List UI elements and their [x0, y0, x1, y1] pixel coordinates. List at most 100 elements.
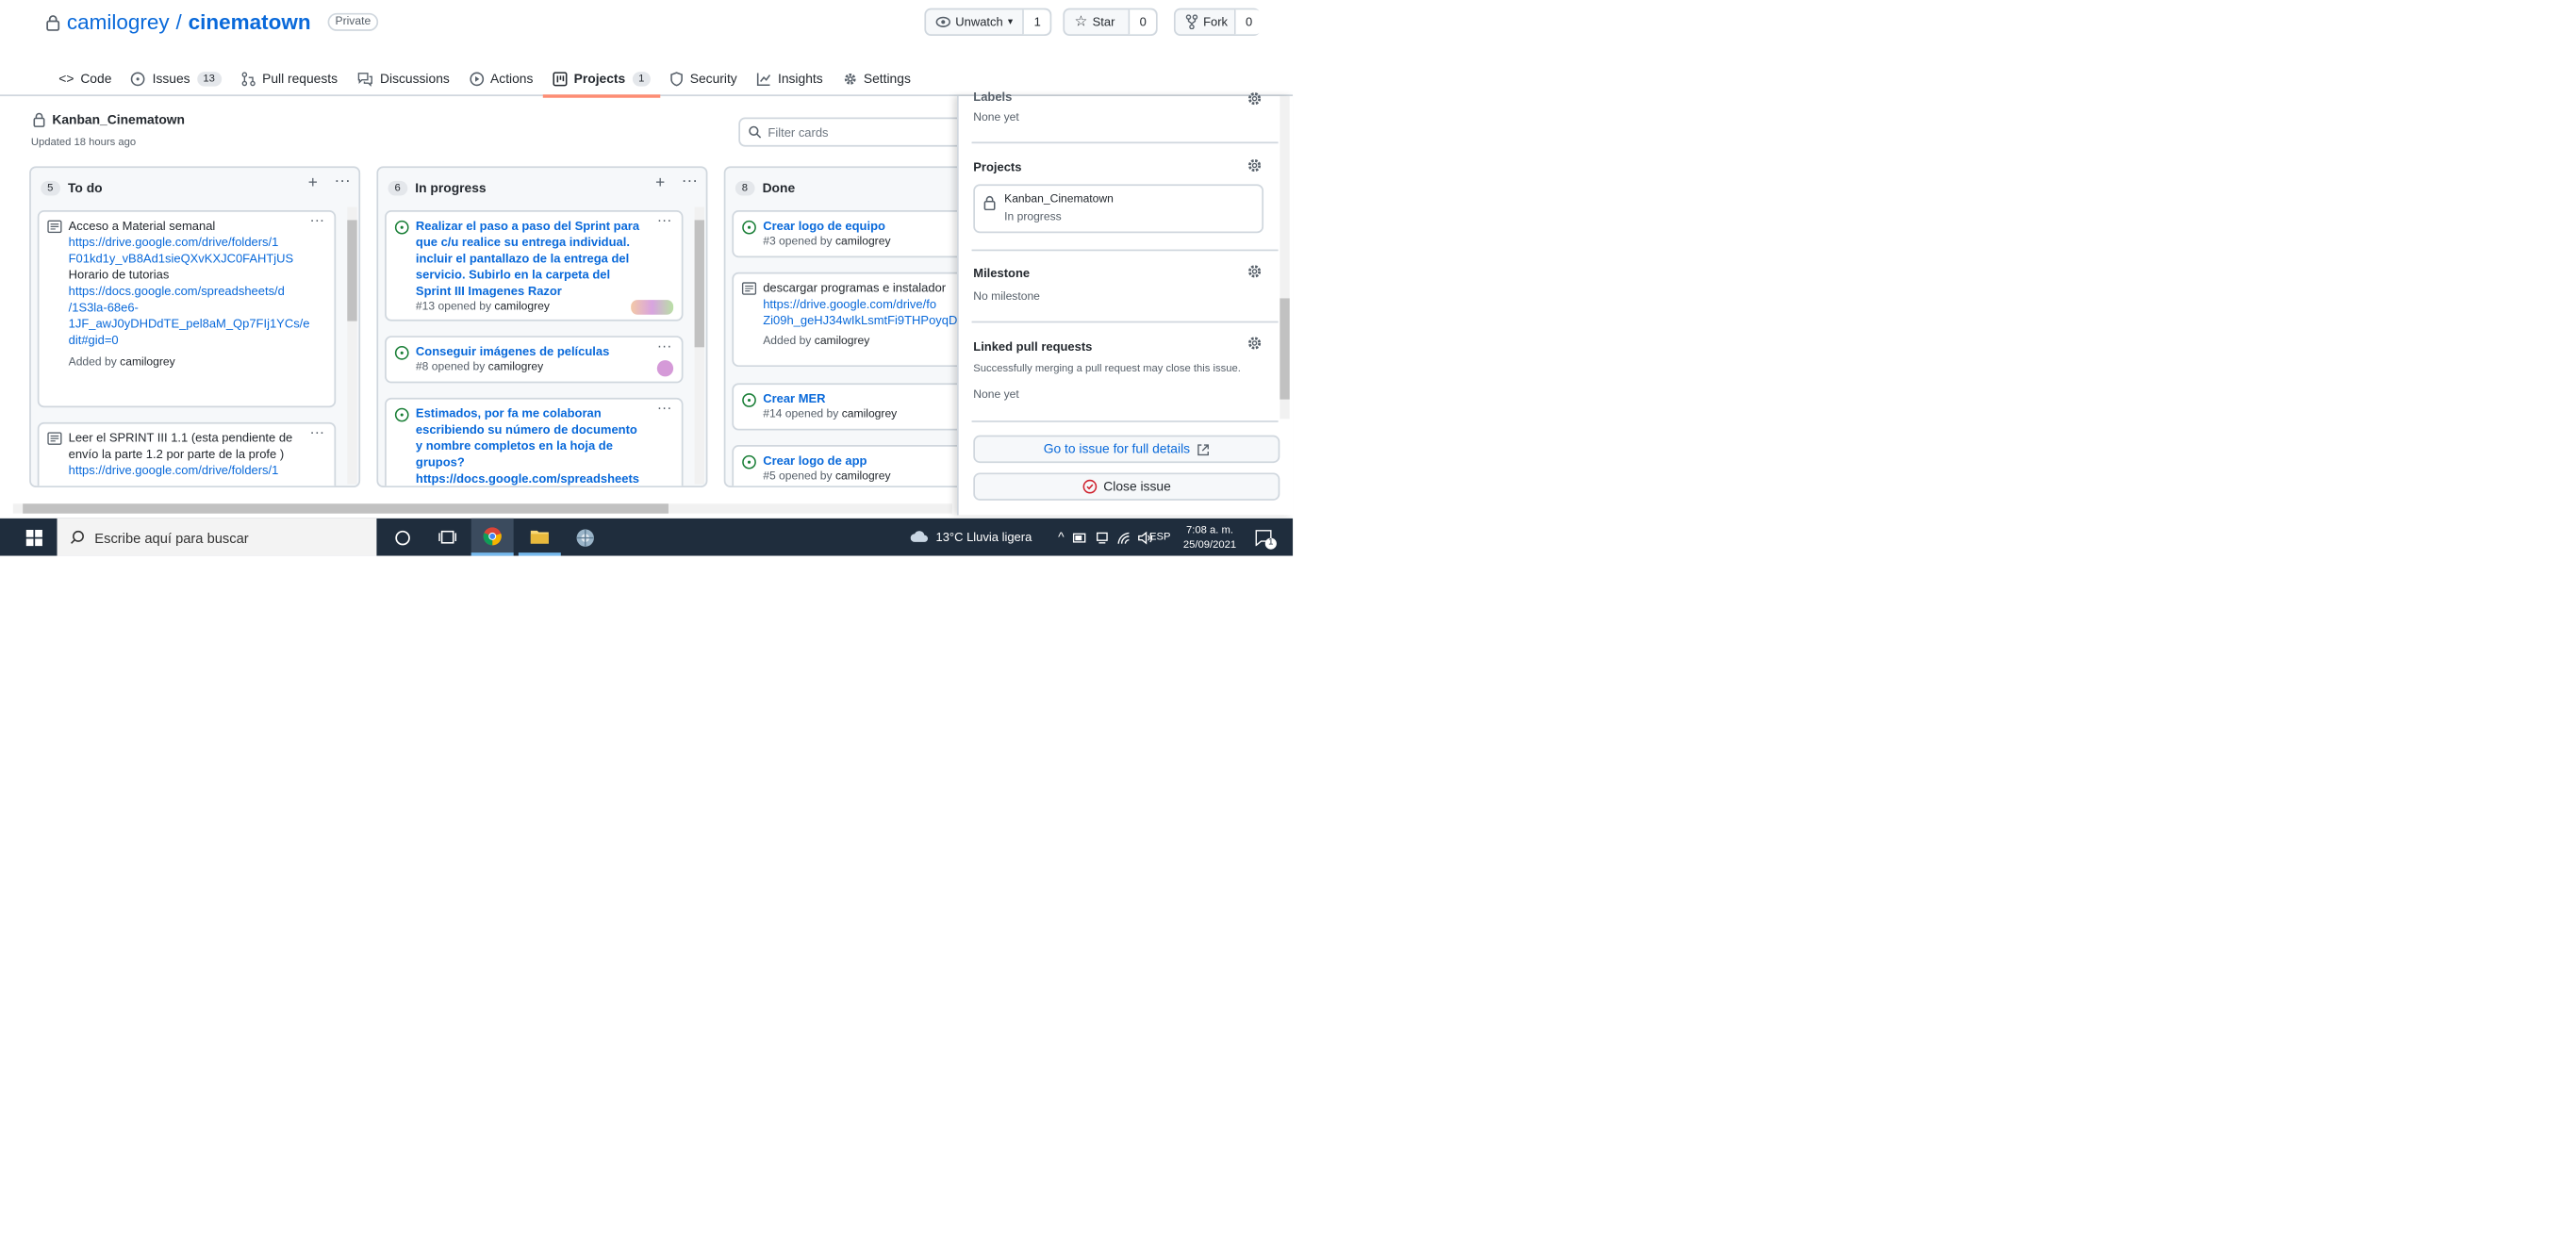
wifi-icon[interactable] — [1116, 531, 1130, 544]
issue-card[interactable]: ··· Conseguir imágenes de películas #8 o… — [385, 336, 684, 384]
issue-title[interactable]: incluir el pantallazo de la entrega del — [416, 251, 671, 267]
tab-settings[interactable]: Settings — [833, 60, 920, 96]
assignee-avatars[interactable] — [631, 300, 674, 315]
app-taskbar-icon[interactable] — [564, 519, 606, 556]
column-scrollbar[interactable] — [347, 206, 357, 485]
add-card-icon[interactable]: + — [308, 174, 318, 192]
note-card[interactable]: ··· Acceso a Material semanal https://dr… — [37, 210, 337, 408]
scrollbar-thumb[interactable] — [1280, 298, 1290, 400]
issue-title[interactable]: escribiendo su número de documento — [416, 422, 671, 438]
unwatch-button[interactable]: Unwatch ▾ — [926, 9, 1022, 34]
card-user[interactable]: camilogrey — [120, 357, 175, 369]
project-box[interactable]: Kanban_Cinematown In progress — [973, 184, 1264, 234]
file-explorer-icon[interactable] — [518, 519, 561, 556]
linked-prs-gear-icon[interactable] — [1247, 336, 1263, 351]
filter-cards-input[interactable]: Filter cards — [738, 117, 967, 147]
note-card[interactable]: ··· Leer el SPRINT III 1.1 (esta pendien… — [37, 421, 337, 486]
close-issue-button[interactable]: Close issue — [973, 472, 1280, 501]
tab-code[interactable]: <> Code — [49, 60, 122, 96]
issue-title[interactable]: Realizar el paso a paso del Sprint para — [416, 219, 671, 235]
go-to-issue-button[interactable]: Go to issue for full details — [973, 435, 1280, 464]
scrollbar-thumb[interactable] — [347, 220, 357, 321]
weather-widget[interactable]: 13°C Lluvia ligera — [910, 519, 1032, 556]
issue-card[interactable]: ··· Realizar el paso a paso del Sprint p… — [385, 210, 684, 321]
task-view-icon[interactable] — [425, 519, 468, 556]
card-user[interactable]: camilogrey — [835, 471, 891, 483]
issue-side-panel: Labels None yet Projects Kanban_Cinemato… — [956, 90, 1294, 516]
issue-title[interactable]: que c/u realice su entrega individual. — [416, 235, 671, 251]
star-button[interactable]: ☆ Star — [1065, 9, 1128, 34]
card-link[interactable]: 1JF_awJ0yDHDdTE_pel8aM_Qp7FIj1YCs/e — [69, 316, 324, 332]
card-link[interactable]: /1S3la-68e6- — [69, 300, 324, 316]
card-link[interactable]: dit#gid=0 — [69, 333, 324, 349]
issue-title[interactable]: https://docs.google.com/spreadsheets — [416, 471, 671, 486]
taskbar-search-placeholder: Escribe aquí para buscar — [94, 529, 249, 546]
projects-gear-icon[interactable] — [1247, 158, 1263, 173]
network-icon[interactable] — [1096, 531, 1109, 544]
column-menu-icon[interactable]: ··· — [682, 173, 698, 190]
issue-card[interactable]: ··· Estimados, por fa me colaboran escri… — [385, 397, 684, 486]
star-button-group[interactable]: ☆ Star 0 — [1063, 8, 1158, 37]
linked-prs-heading: Linked pull requests — [973, 338, 1093, 354]
scrollbar-thumb[interactable] — [694, 220, 704, 348]
fork-label: Fork — [1203, 14, 1229, 30]
issue-open-icon — [742, 393, 757, 408]
add-card-icon[interactable]: + — [655, 174, 665, 192]
card-user[interactable]: camilogrey — [488, 362, 544, 373]
labels-gear-icon[interactable] — [1247, 91, 1263, 107]
card-user[interactable]: camilogrey — [815, 336, 870, 347]
column-menu-icon[interactable]: ··· — [334, 173, 350, 190]
side-panel-scrollbar[interactable] — [1280, 96, 1290, 420]
column-scrollbar[interactable] — [694, 206, 704, 485]
issue-title[interactable]: servicio. Subirlo en la carpeta del — [416, 268, 671, 284]
tab-pull-requests[interactable]: Pull requests — [231, 60, 347, 96]
card-menu-icon[interactable]: ··· — [310, 212, 325, 228]
tab-projects[interactable]: Projects 1 — [542, 60, 661, 98]
card-link[interactable]: https://drive.google.com/drive/folders/1 — [69, 463, 324, 479]
issue-title[interactable]: Sprint III Imagenes Razor — [416, 284, 671, 300]
project-updated: Updated 18 hours ago — [30, 137, 137, 149]
clock[interactable]: 7:08 a. m. 25/09/2021 — [1181, 519, 1239, 556]
card-menu-icon[interactable]: ··· — [657, 338, 672, 354]
windows-start-icon[interactable] — [13, 519, 56, 556]
card-menu-icon[interactable]: ··· — [657, 400, 672, 416]
tab-issues[interactable]: Issues 13 — [122, 60, 231, 96]
card-user[interactable]: camilogrey — [835, 237, 891, 248]
card-link[interactable]: https://drive.google.com/drive/folders/1 — [69, 235, 324, 251]
taskbar-search-input[interactable]: Escribe aquí para buscar — [57, 518, 377, 556]
go-to-issue-label: Go to issue for full details — [1043, 441, 1191, 457]
cortana-icon[interactable] — [382, 519, 424, 556]
star-count[interactable]: 0 — [1128, 9, 1156, 35]
tab-actions[interactable]: Actions — [459, 60, 543, 96]
issue-title[interactable]: Conseguir imágenes de películas — [416, 344, 671, 360]
card-menu-icon[interactable]: ··· — [310, 424, 325, 440]
unwatch-button-group[interactable]: Unwatch ▾ 1 — [924, 8, 1052, 37]
repo-name-link[interactable]: cinematown — [189, 9, 311, 34]
issue-title[interactable]: Estimados, por fa me colaboran — [416, 406, 671, 422]
project-name[interactable]: Kanban_Cinematown — [1004, 194, 1114, 206]
issue-title[interactable]: y nombre completos en la hoja de — [416, 438, 671, 454]
card-link[interactable]: F01kd1y_vB8Ad1sieQXvKXJC0FAHTjUS — [69, 251, 324, 267]
card-user[interactable]: camilogrey — [494, 302, 550, 313]
card-link[interactable]: https://docs.google.com/spreadsheets/d — [69, 284, 324, 300]
scrollbar-thumb[interactable] — [23, 503, 669, 514]
fork-button[interactable]: Fork — [1176, 9, 1234, 34]
chevron-up-icon[interactable]: ^ — [1058, 530, 1065, 545]
fork-button-group[interactable]: Fork 0 — [1173, 8, 1263, 37]
chrome-taskbar-icon[interactable] — [471, 518, 514, 556]
milestone-gear-icon[interactable] — [1247, 264, 1263, 279]
tab-insights[interactable]: Insights — [747, 60, 833, 96]
tab-discussions[interactable]: Discussions — [347, 60, 459, 96]
battery-icon[interactable] — [1072, 532, 1087, 542]
board-horizontal-scrollbar[interactable] — [12, 503, 952, 514]
notification-center-icon[interactable]: 1 — [1250, 519, 1277, 556]
input-language[interactable]: ESP — [1149, 519, 1171, 556]
card-menu-icon[interactable]: ··· — [657, 212, 672, 228]
card-user[interactable]: camilogrey — [842, 409, 898, 420]
watch-count[interactable]: 1 — [1022, 9, 1050, 35]
issue-title[interactable]: grupos? — [416, 454, 671, 470]
avatar[interactable] — [656, 360, 674, 377]
fork-count[interactable]: 0 — [1233, 9, 1263, 35]
tab-security[interactable]: Security — [661, 60, 747, 96]
repo-owner-link[interactable]: camilogrey — [67, 9, 170, 34]
